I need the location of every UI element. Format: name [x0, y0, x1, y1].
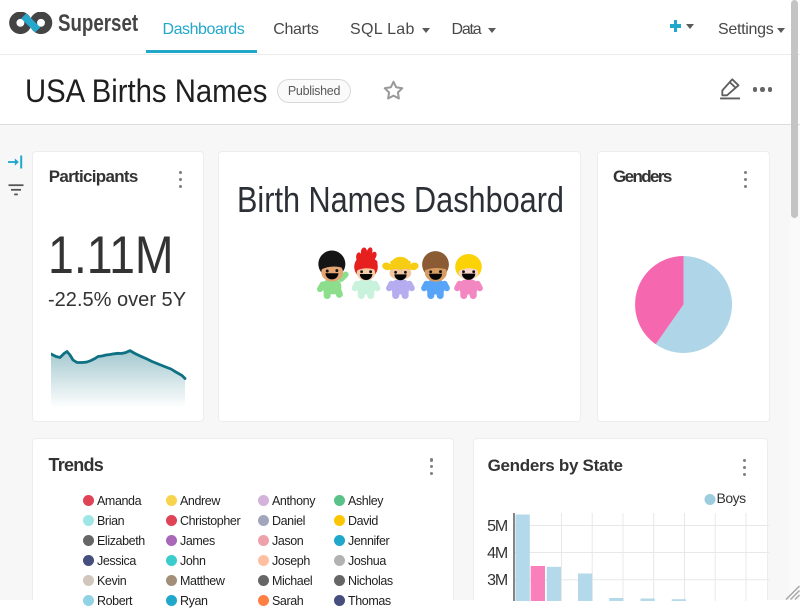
svg-text:5M: 5M — [487, 518, 508, 535]
svg-text:3M: 3M — [487, 572, 508, 589]
svg-text:Boys: Boys — [717, 490, 747, 506]
svg-text:4M: 4M — [487, 545, 508, 562]
